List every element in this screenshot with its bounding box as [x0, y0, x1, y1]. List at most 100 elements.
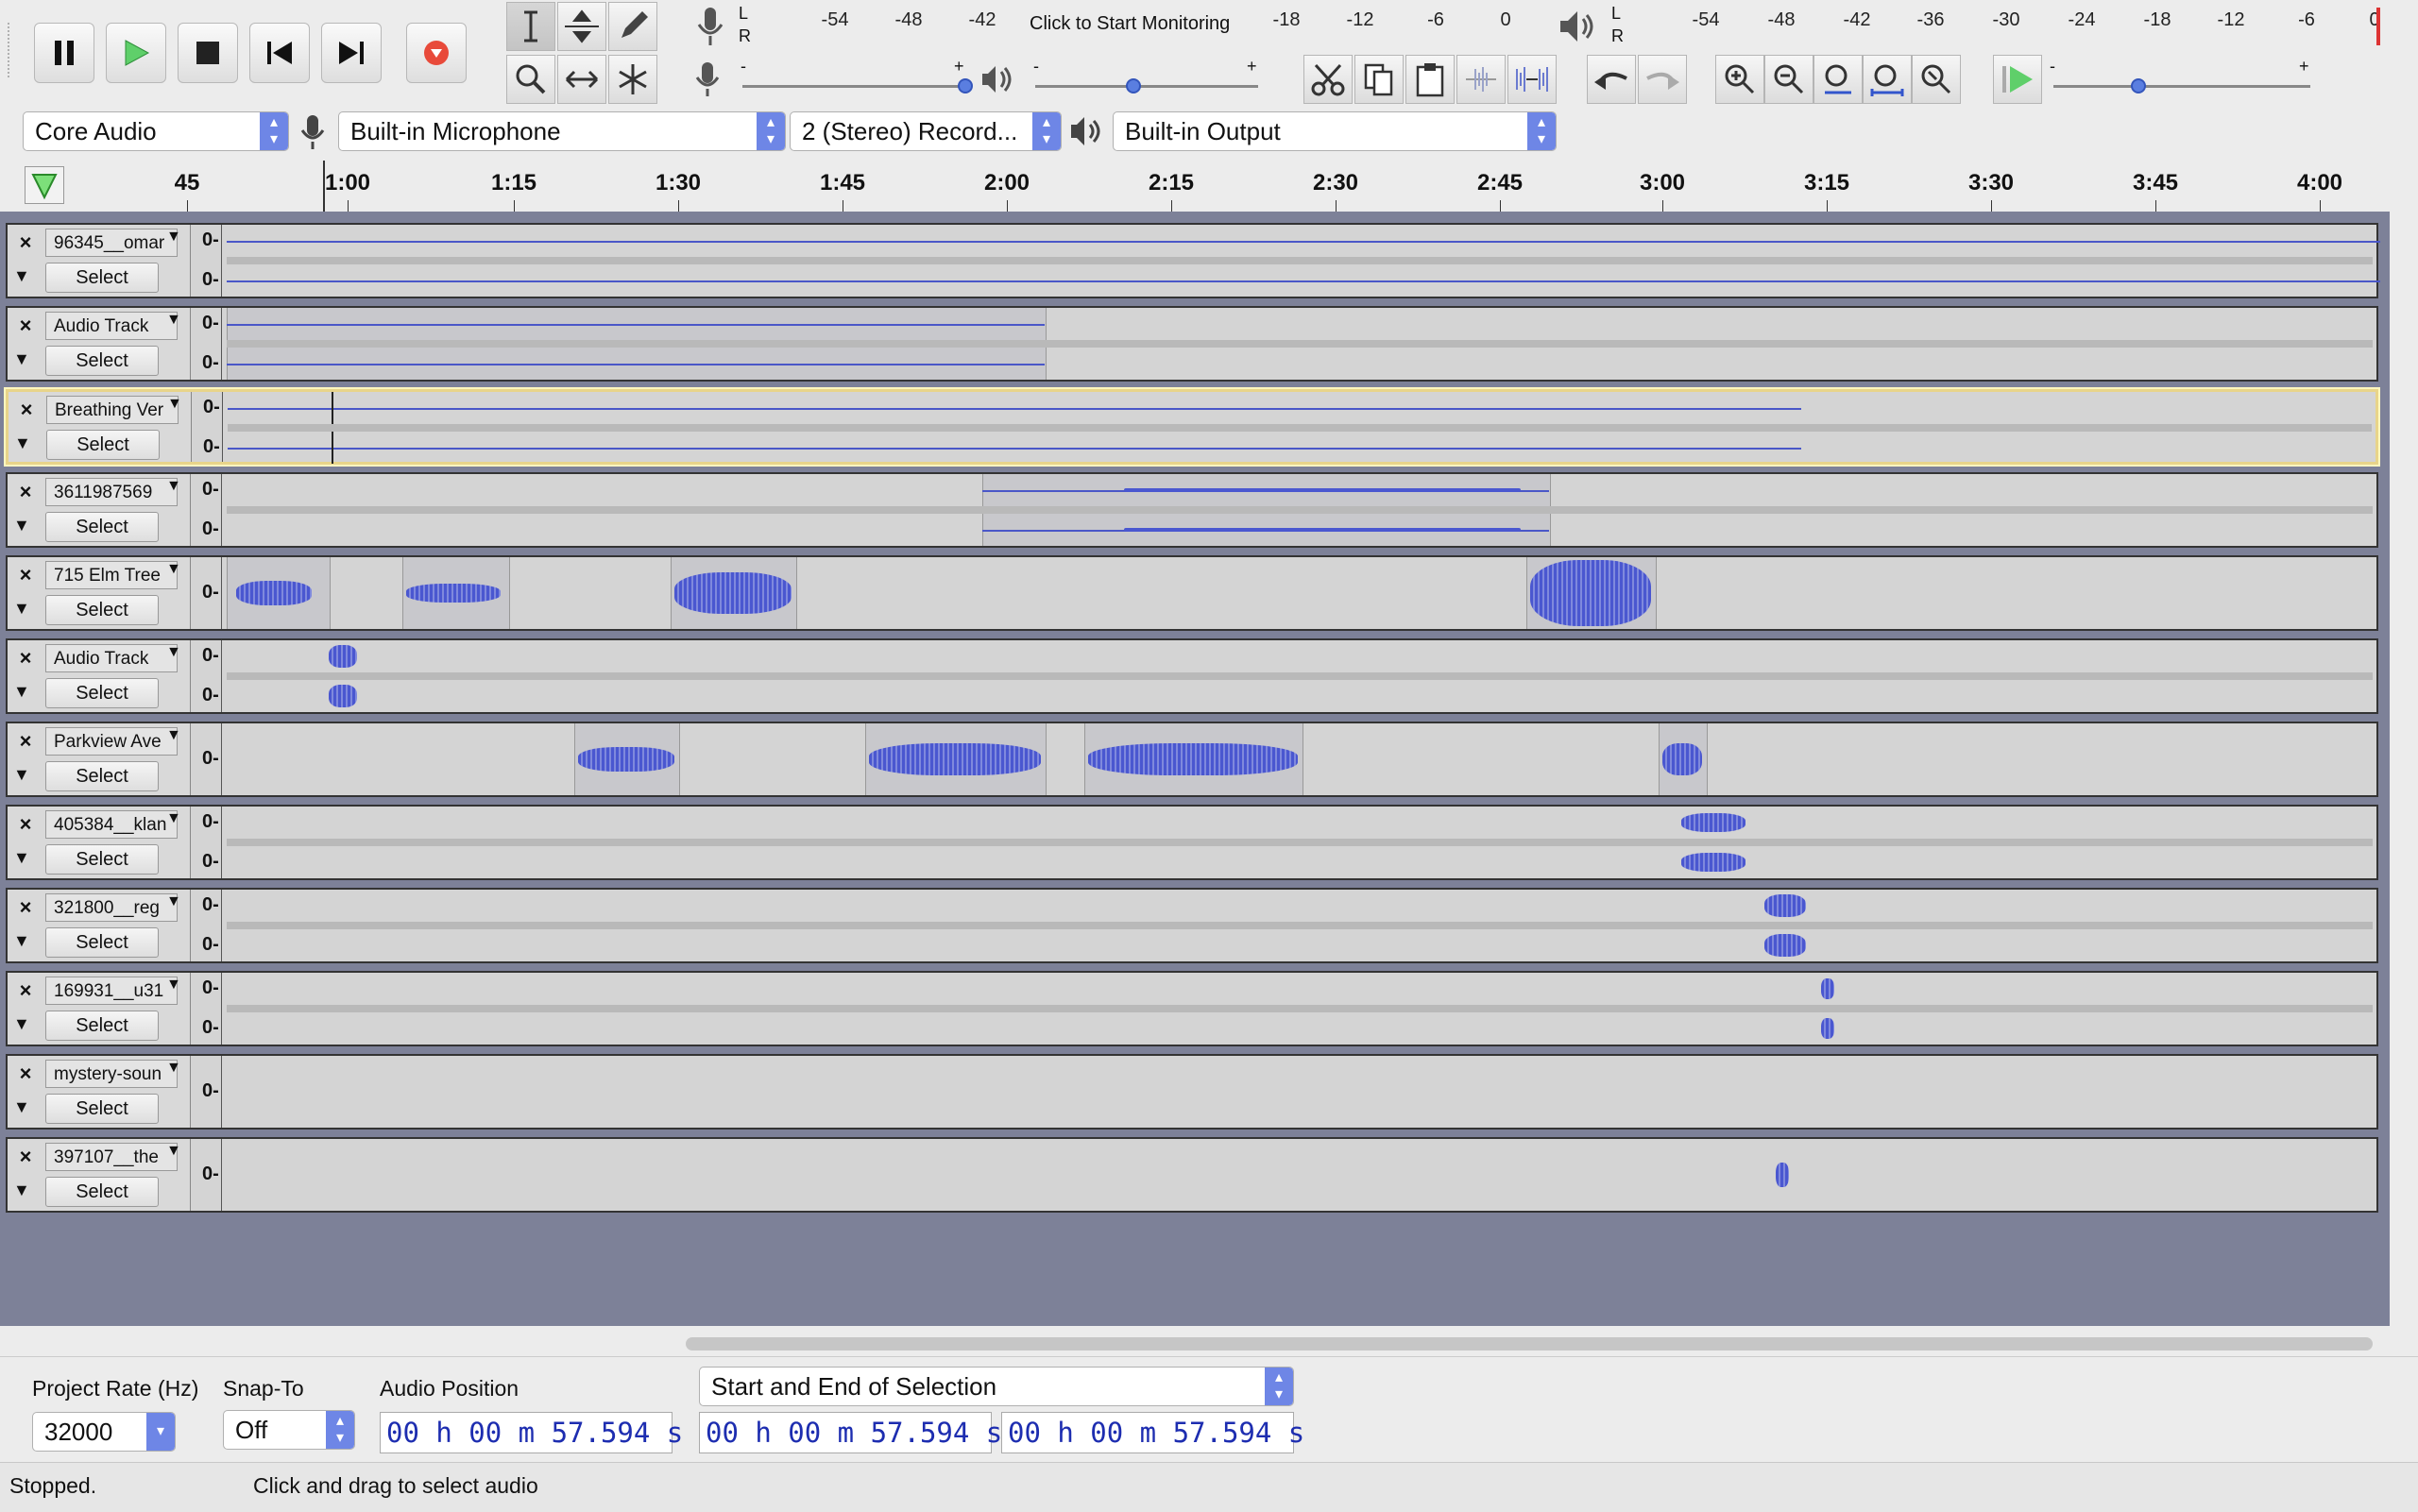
trim-button[interactable] — [1456, 55, 1506, 104]
track-menu-chevron-down-icon[interactable]: ▼ — [166, 727, 181, 744]
track-name-button[interactable]: Parkview Ave — [45, 727, 178, 756]
timeline-ruler[interactable]: 45 1:00 1:15 1:30 1:45 2:00 2:15 2:30 2:45 3:00 3:… — [0, 153, 2418, 212]
close-track-button[interactable]: × — [11, 229, 40, 257]
track-control-panel[interactable]: × 397107__the ▼ ▼ Select — [8, 1139, 191, 1211]
close-track-button[interactable]: × — [11, 312, 40, 340]
cut-button[interactable] — [1303, 55, 1353, 104]
track-vertical-scale[interactable]: 0- — [193, 557, 222, 629]
zoom-in-button[interactable] — [1715, 55, 1764, 104]
waveform-area[interactable] — [227, 890, 2373, 961]
close-track-button[interactable]: × — [11, 561, 40, 589]
time-shift-tool[interactable] — [557, 55, 606, 104]
track-menu-chevron-down-icon[interactable]: ▼ — [166, 644, 181, 661]
track-control-panel[interactable]: × 96345__omar ▼ ▼ Select — [8, 225, 191, 297]
collapse-track-chevron-down-icon[interactable]: ▼ — [13, 682, 30, 702]
waveform-area[interactable] — [227, 723, 2373, 795]
track-control-panel[interactable]: × 405384__klan ▼ ▼ Select — [8, 807, 191, 878]
track-select-button[interactable]: Select — [45, 1177, 159, 1207]
track-name-button[interactable]: Breathing Ver — [46, 396, 179, 424]
track-name-button[interactable]: 397107__the — [45, 1143, 178, 1171]
track-menu-chevron-down-icon[interactable]: ▼ — [167, 396, 182, 413]
collapse-track-chevron-down-icon[interactable]: ▼ — [13, 266, 30, 286]
waveform-area[interactable] — [227, 973, 2373, 1045]
track-vertical-scale[interactable]: 0- 0- — [193, 807, 222, 878]
playback-speed-knob[interactable] — [2131, 78, 2146, 93]
waveform-area[interactable] — [227, 474, 2373, 546]
track-vertical-scale[interactable]: 0- — [193, 723, 222, 795]
track-control-panel[interactable]: × 169931__u31 ▼ ▼ Select — [8, 973, 191, 1045]
audio-track[interactable]: × 321800__reg ▼ ▼ Select 0- 0- — [6, 888, 2378, 963]
selection-start-field[interactable]: 00 h 00 m 57.594 s — [699, 1412, 1002, 1453]
audio-track[interactable]: × 405384__klan ▼ ▼ Select 0- 0- — [6, 805, 2378, 880]
collapse-track-chevron-down-icon[interactable]: ▼ — [13, 1097, 30, 1117]
track-vertical-scale[interactable]: 0- 0- — [193, 474, 222, 546]
track-menu-chevron-down-icon[interactable]: ▼ — [166, 893, 181, 910]
close-track-button[interactable]: × — [11, 644, 40, 672]
collapse-track-chevron-down-icon[interactable]: ▼ — [13, 931, 30, 951]
track-select-button[interactable]: Select — [46, 430, 160, 460]
track-menu-chevron-down-icon[interactable]: ▼ — [166, 810, 181, 827]
track-select-button[interactable]: Select — [45, 512, 159, 542]
track-menu-chevron-down-icon[interactable]: ▼ — [166, 312, 181, 329]
collapse-track-chevron-down-icon[interactable]: ▼ — [14, 433, 31, 453]
track-name-button[interactable]: 321800__reg — [45, 893, 178, 922]
track-select-button[interactable]: Select — [45, 346, 159, 376]
redo-button[interactable] — [1638, 55, 1687, 104]
playback-volume-slider[interactable] — [1035, 85, 1258, 88]
skip-end-button[interactable] — [321, 23, 382, 83]
track-menu-chevron-down-icon[interactable]: ▼ — [166, 1060, 181, 1077]
track-select-button[interactable]: Select — [45, 1011, 159, 1041]
track-select-button[interactable]: Select — [45, 1094, 159, 1124]
undo-button[interactable] — [1587, 55, 1636, 104]
play-meter-scale[interactable]: -54 -48 -42 -36 -30 -24 -18 -12 -6 0 — [1628, 6, 2384, 34]
track-select-button[interactable]: Select — [45, 263, 159, 293]
pause-button[interactable] — [34, 23, 94, 83]
audio-track[interactable]: × 169931__u31 ▼ ▼ Select 0- 0- — [6, 971, 2378, 1046]
track-vertical-scale[interactable]: 0- 0- — [194, 392, 223, 462]
scroll-thumb[interactable] — [686, 1337, 2373, 1351]
toolbar-grip[interactable] — [8, 23, 17, 77]
zoom-toggle-button[interactable] — [1912, 55, 1961, 104]
track-menu-chevron-down-icon[interactable]: ▼ — [166, 229, 181, 246]
track-name-button[interactable]: 715 Elm Tree — [45, 561, 178, 589]
collapse-track-chevron-down-icon[interactable]: ▼ — [13, 848, 30, 868]
track-select-button[interactable]: Select — [45, 927, 159, 958]
selection-mode-select[interactable]: Start and End of Selection ▴ ▾ — [699, 1367, 1294, 1406]
close-track-button[interactable]: × — [11, 810, 40, 839]
collapse-track-chevron-down-icon[interactable]: ▼ — [13, 765, 30, 785]
silence-button[interactable] — [1507, 55, 1557, 104]
waveform-area[interactable] — [228, 392, 2372, 464]
track-select-button[interactable]: Select — [45, 761, 159, 791]
waveform-area[interactable] — [227, 225, 2380, 297]
selection-end-field[interactable]: 00 h 00 m 57.594 s — [1001, 1412, 1304, 1453]
audio-track[interactable]: × 715 Elm Tree ▼ ▼ Select 0- — [6, 555, 2378, 631]
track-vertical-scale[interactable]: 0- 0- — [193, 890, 222, 961]
track-control-panel[interactable]: × Parkview Ave ▼ ▼ Select — [8, 723, 191, 795]
track-control-panel[interactable]: × Audio Track ▼ ▼ Select — [8, 308, 191, 380]
track-control-panel[interactable]: × mystery-soun ▼ ▼ Select — [8, 1056, 191, 1128]
track-vertical-scale[interactable]: 0- 0- — [193, 973, 222, 1045]
pin-head-button[interactable] — [25, 166, 64, 204]
audio-track[interactable]: × Audio Track ▼ ▼ Select 0- 0- — [6, 638, 2378, 714]
collapse-track-chevron-down-icon[interactable]: ▼ — [13, 1014, 30, 1034]
play-button[interactable] — [106, 23, 166, 83]
record-volume-knob[interactable] — [958, 78, 973, 93]
track-name-button[interactable]: Audio Track — [45, 644, 178, 672]
record-meter-mic-icon[interactable] — [693, 4, 727, 56]
playback-speed-slider[interactable] — [2053, 85, 2310, 88]
track-name-button[interactable]: 169931__u31 — [45, 977, 178, 1005]
project-rate-select[interactable]: 32000 ▾ — [32, 1412, 176, 1452]
track-control-panel[interactable]: × Audio Track ▼ ▼ Select — [8, 640, 191, 712]
audio-host-select[interactable]: Core Audio ▴ ▾ — [23, 111, 289, 151]
audio-track[interactable]: × Parkview Ave ▼ ▼ Select 0- — [6, 722, 2378, 797]
track-menu-chevron-down-icon[interactable]: ▼ — [166, 478, 181, 495]
clip-indicator[interactable] — [2376, 8, 2380, 45]
snap-to-select[interactable]: Off ▴ ▾ — [223, 1410, 355, 1450]
envelope-tool[interactable] — [557, 2, 606, 51]
output-device-select[interactable]: Built-in Output ▴ ▾ — [1113, 111, 1557, 151]
audio-track[interactable]: × mystery-soun ▼ ▼ Select 0- — [6, 1054, 2378, 1130]
audio-track[interactable]: × Breathing Ver ▼ ▼ Select 0- 0- — [6, 389, 2378, 465]
input-device-select[interactable]: Built-in Microphone ▴ ▾ — [338, 111, 786, 151]
track-vertical-scale[interactable]: 0- 0- — [193, 640, 222, 712]
close-track-button[interactable]: × — [11, 977, 40, 1005]
